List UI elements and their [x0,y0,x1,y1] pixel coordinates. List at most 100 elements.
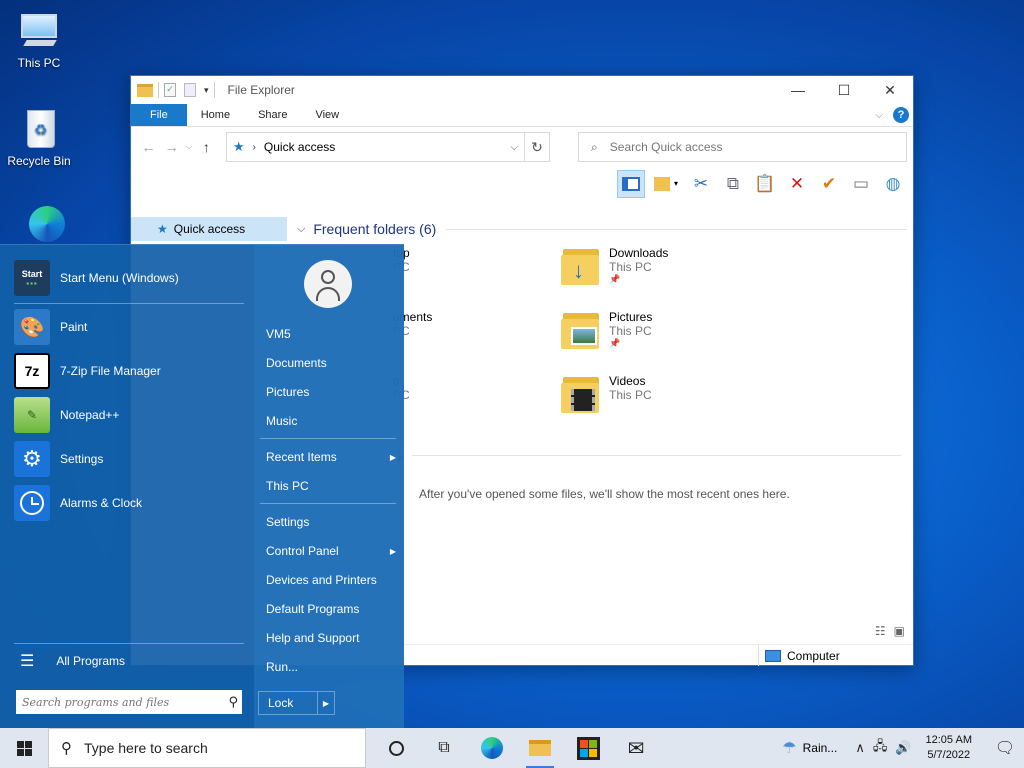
program-settings[interactable]: ⚙ Settings [14,440,244,478]
folder-icon [137,83,153,97]
desktop-icon-this-pc[interactable]: This PC [0,10,78,70]
address-row: ← → ⌵ ↑ ★ › Quick access ⌵ ↻ ⌕ Search Qu… [131,127,913,167]
rename-icon[interactable]: ▭ [847,170,875,198]
ribbon-tabs: File Home Share View ⌵ ? [131,104,913,127]
link-label: Music [266,414,298,428]
address-dropdown-icon[interactable]: ⌵ [510,142,518,153]
taskbar-edge[interactable] [468,728,516,768]
tab-file[interactable]: File [131,104,187,126]
clock[interactable]: 12:05 AM 5/7/2022 [926,733,972,763]
properties-icon[interactable]: ✓ [164,83,176,97]
cut-icon[interactable]: ✂ [687,170,715,198]
tab-share[interactable]: Share [244,104,301,126]
shutdown-options-arrow-icon[interactable]: ▶ [317,692,334,714]
link-help-support[interactable]: Help and Support [266,628,396,648]
start-menu-icon-text: Start [21,268,43,279]
minimize-button[interactable]: — [775,76,821,104]
new-folder-dropdown-icon[interactable]: ▾ [649,170,683,198]
folder-videos[interactable]: Videos This PC [561,374,652,414]
expand-ribbon-icon[interactable]: ⌵ [875,110,883,121]
action-center-button[interactable]: 🗨 [986,738,1024,758]
lock-button[interactable]: Lock ▶ [258,691,335,715]
tab-view[interactable]: View [301,104,353,126]
start-button[interactable] [0,728,48,768]
separator [14,303,244,304]
folder-pictures[interactable]: Pictures This PC 📌 [561,310,652,350]
search-icon[interactable]: ⚲ [228,694,238,710]
status-computer-label: Computer [787,648,840,663]
maximize-button[interactable]: ☐ [821,76,867,104]
network-icon[interactable]: 🖧 [873,737,888,759]
navigation-pane-icon[interactable] [617,169,645,198]
taskbar-mail[interactable]: ✉ [612,728,660,768]
recent-locations-icon[interactable]: ⌵ [183,142,195,152]
system-tray: ☂ Rain... ∧ 🖧 🔊 12:05 AM 5/7/2022 🗨 [782,728,1024,768]
user-avatar[interactable] [304,260,352,308]
frequent-folders-header[interactable]: ⌵ Frequent folders (6) [297,217,913,241]
program-start-menu[interactable]: Start ▪▪▪ Start Menu (Windows) [14,259,244,297]
delete-icon[interactable]: ✕ [783,170,811,198]
videos-folder-icon [561,374,601,414]
classic-toolbar: ▾ ✂ ⧉ 📋 ✕ ✔ ▭ ◍ [131,167,913,200]
program-alarms-clock[interactable]: Alarms & Clock [14,484,244,522]
link-default-programs[interactable]: Default Programs [266,599,396,619]
recent-files-empty-message: After you've opened some files, we'll sh… [419,487,790,501]
link-run[interactable]: Run... [266,657,396,677]
program-notepad-plus-plus[interactable]: ✎ Notepad++ [14,396,244,434]
breadcrumb-quick-access[interactable]: Quick access [264,140,335,154]
up-arrow-icon[interactable]: ↑ [195,139,218,155]
paste-icon[interactable]: 📋 [751,170,779,198]
refresh-icon[interactable]: ↻ [524,132,551,162]
back-arrow-icon[interactable]: ← [137,139,160,155]
link-devices-printers[interactable]: Devices and Printers [266,570,396,590]
link-recent-items[interactable]: Recent Items ▶ [266,447,396,467]
forward-arrow-icon[interactable]: → [160,139,183,155]
desktop-icon-recycle-bin[interactable]: ♻ Recycle Bin [0,108,78,168]
edge-icon [481,737,503,759]
nav-item-quick-access[interactable]: ★ Quick access [131,217,287,241]
link-this-pc[interactable]: This PC [266,476,396,496]
taskbar-store[interactable] [564,728,612,768]
link-documents[interactable]: Documents [266,353,396,373]
properties-check-icon[interactable]: ✔ [815,170,843,198]
network-globe-icon[interactable]: ◍ [879,170,907,198]
customize-quick-access-icon[interactable]: ▾ [204,85,209,96]
folder-name: Pictures [609,310,653,324]
search-icon: ⌕ [591,139,598,154]
volume-icon[interactable]: 🔊 [895,740,911,756]
address-bar[interactable]: ★ › Quick access ⌵ [225,132,525,162]
task-view-icon: ⧉ [438,739,450,756]
start-search-box[interactable]: ⚲ [16,690,242,714]
tab-home[interactable]: Home [187,104,244,126]
recent-files-header[interactable]: ) [397,447,907,463]
link-music[interactable]: Music [266,411,396,431]
desktop-icon-label: Recycle Bin [7,154,71,168]
chevron-down-icon: ⌵ [297,222,306,235]
program-7zip[interactable]: 7z 7-Zip File Manager [14,352,244,390]
all-programs-button[interactable]: ☰ All Programs [20,651,125,671]
separator [260,438,396,439]
taskbar-search-box[interactable]: ⚲ Type here to search [48,728,366,768]
show-hidden-icons-chevron-icon[interactable]: ∧ [855,740,865,756]
link-pictures[interactable]: Pictures [266,382,396,402]
folder-downloads[interactable]: ↓ Downloads This PC 📌 [561,246,668,286]
task-view-button[interactable]: ⧉ [420,728,468,768]
help-icon[interactable]: ? [893,107,909,123]
details-view-icon[interactable]: ☷ [875,624,886,638]
copy-icon[interactable]: ⧉ [719,170,747,198]
link-control-panel[interactable]: Control Panel ▶ [266,541,396,561]
breadcrumb-chevron-icon[interactable]: › [253,142,256,153]
link-settings[interactable]: Settings [266,512,396,532]
weather-widget[interactable]: ☂ Rain... [782,738,837,758]
new-folder-icon[interactable] [184,83,196,97]
pin-icon[interactable]: 📌 [609,274,668,285]
link-user[interactable]: VM5 [266,324,396,344]
search-input[interactable]: ⌕ Search Quick access [578,132,907,162]
taskbar-file-explorer[interactable] [516,728,564,768]
pin-icon[interactable]: 📌 [609,338,652,349]
close-button[interactable]: ✕ [867,76,913,104]
start-search-input[interactable] [22,695,229,709]
program-paint[interactable]: 🎨 Paint [14,308,244,346]
large-icons-view-icon[interactable]: ▣ [894,624,905,638]
cortana-button[interactable] [372,728,420,768]
